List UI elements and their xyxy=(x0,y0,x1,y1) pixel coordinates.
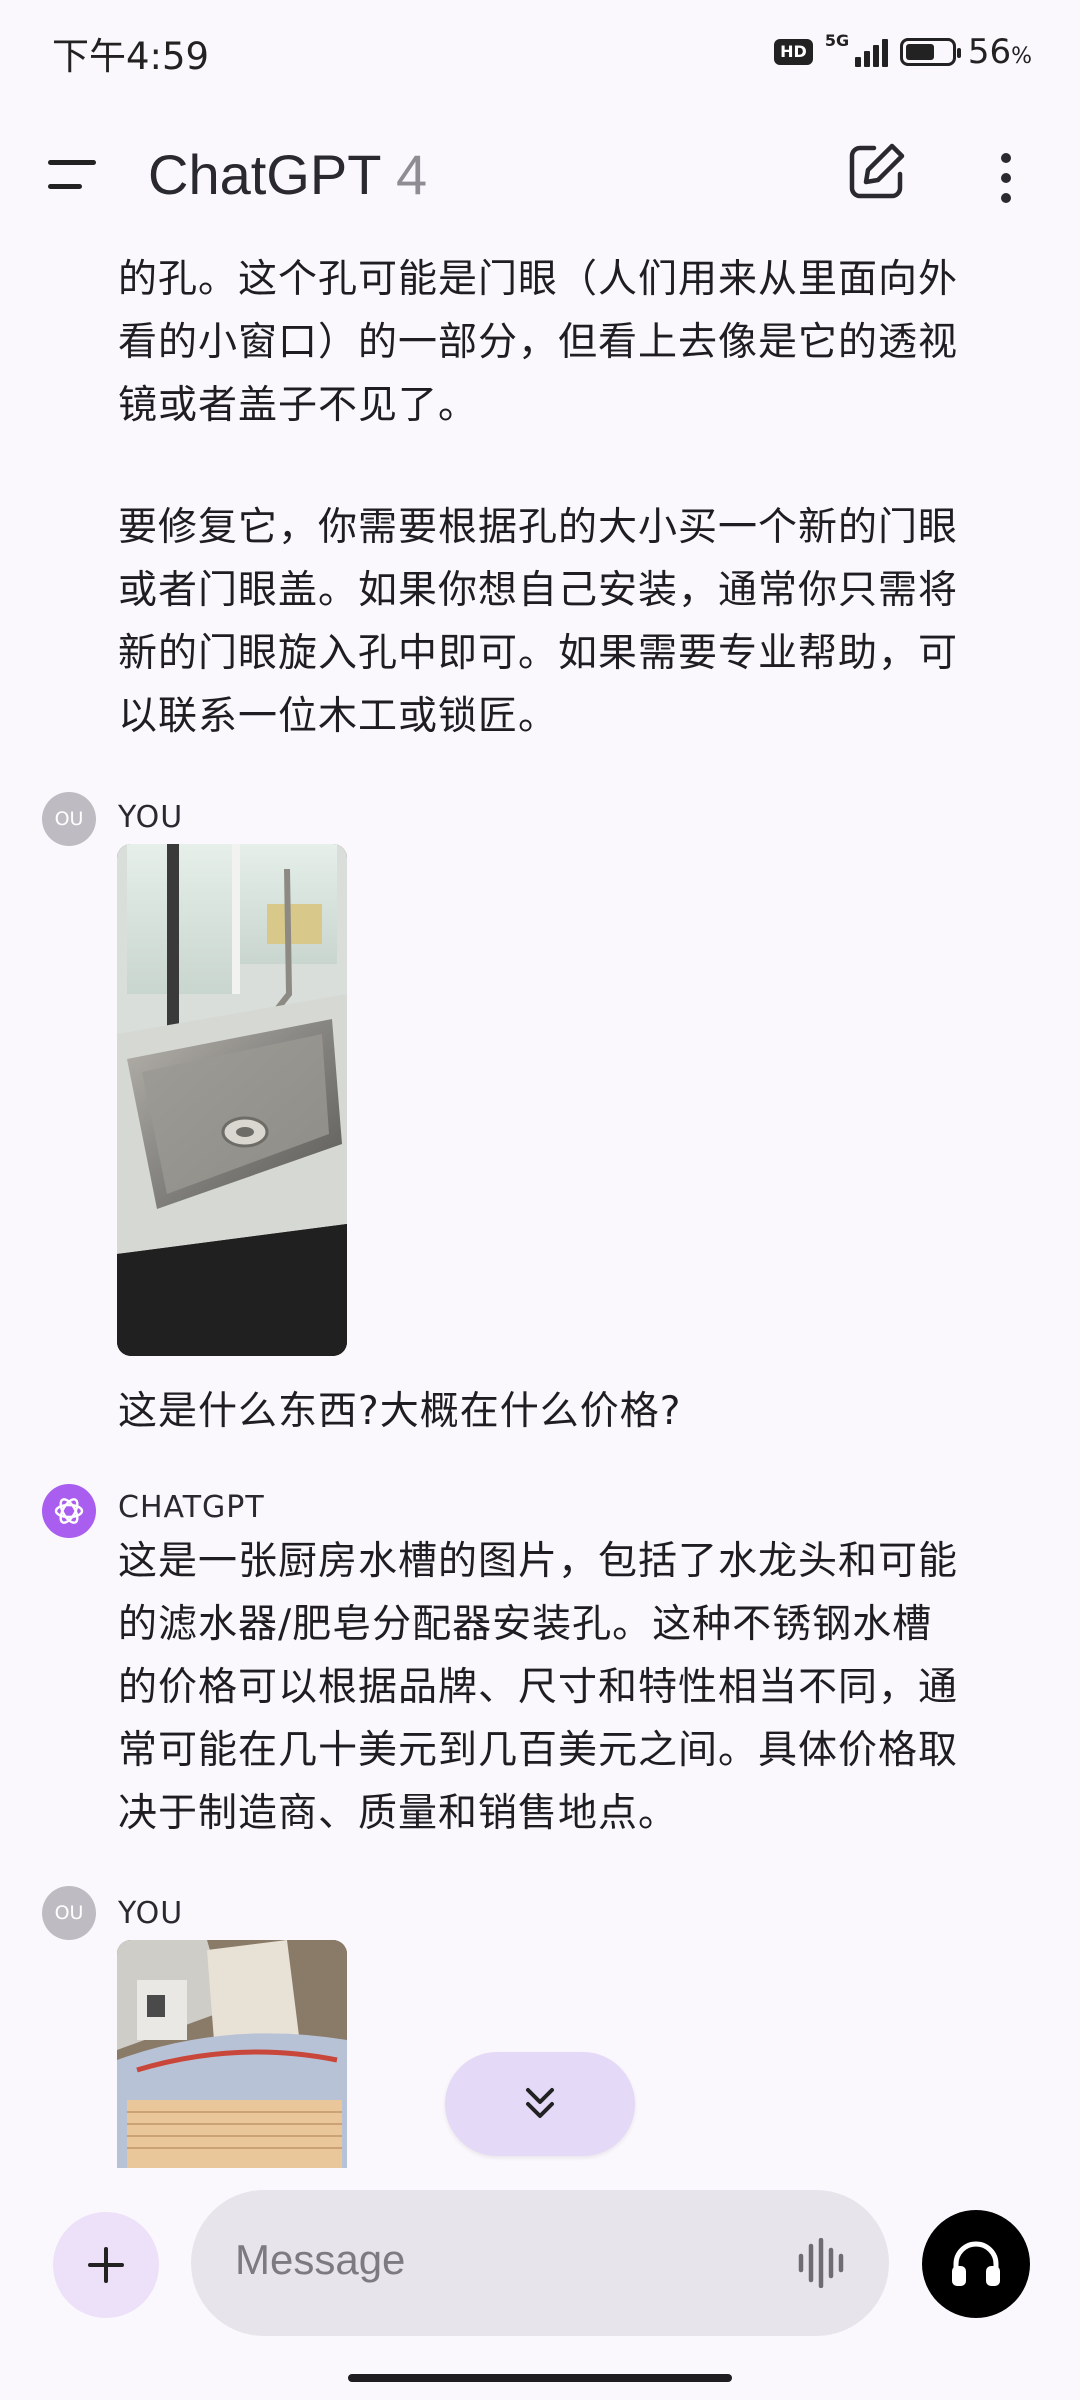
sender-label: YOU xyxy=(118,1896,184,1931)
hd-icon: HD xyxy=(774,39,813,65)
sink-image xyxy=(117,844,347,1356)
attached-image xyxy=(117,1940,347,2168)
openai-logo-icon xyxy=(54,1498,84,1524)
double-chevron-down-icon xyxy=(526,2088,554,2118)
app-name: ChatGPT xyxy=(148,143,381,206)
battery-icon xyxy=(899,38,961,66)
assistant-message-text: 要修复它，你需要根据孔的大小买一个新的门眼 或者门眼盖。如果你想自己安装，通常你… xyxy=(118,505,959,739)
page-title[interactable]: ChatGPT 4 xyxy=(148,142,427,207)
user-message-text: 这是什么东西?大概在什么价格? xyxy=(118,1389,682,1434)
attached-photo[interactable] xyxy=(117,1940,347,2168)
scroll-to-bottom-button[interactable] xyxy=(445,2052,635,2156)
battery-percent: 56% xyxy=(967,32,1032,72)
voice-waveform-icon[interactable] xyxy=(797,2238,849,2288)
signal-icon: 5G xyxy=(825,31,888,67)
message-placeholder: Message xyxy=(235,2236,406,2283)
app-header: ChatGPT 4 xyxy=(0,100,1080,250)
user-avatar: OU xyxy=(42,1886,96,1940)
network-type: 5G xyxy=(824,31,850,50)
sender-label: CHATGPT xyxy=(118,1490,265,1525)
menu-icon[interactable] xyxy=(48,158,98,192)
more-options-icon[interactable] xyxy=(986,148,1026,208)
status-time: 下午4:59 xyxy=(52,35,210,78)
status-icons: HD 5G 56% xyxy=(774,30,1032,74)
attach-button[interactable] xyxy=(53,2212,159,2318)
assistant-message-text: 这是一张厨房水槽的图片，包括了水龙头和可能 的滤水器/肥皂分配器安装孔。这种不锈… xyxy=(118,1539,959,1836)
message-input[interactable]: Message xyxy=(191,2190,889,2336)
voice-mode-button[interactable] xyxy=(922,2210,1030,2318)
sender-label: YOU xyxy=(118,800,184,835)
user-avatar: OU xyxy=(42,792,96,846)
assistant-message-text: 的孔。这个孔可能是门眼（人们用来从里面向外 看的小窗口）的一部分，但看上去像是它… xyxy=(118,257,959,428)
chatgpt-avatar xyxy=(42,1484,96,1538)
status-bar: 下午4:59 HD 5G 56% xyxy=(0,0,1080,100)
plus-icon xyxy=(88,2247,124,2283)
sink-photo[interactable] xyxy=(117,844,347,1356)
model-version: 4 xyxy=(395,143,428,206)
new-chat-edit-icon[interactable] xyxy=(846,140,908,202)
headphones-icon xyxy=(952,2241,1000,2286)
home-indicator[interactable] xyxy=(348,2374,732,2382)
